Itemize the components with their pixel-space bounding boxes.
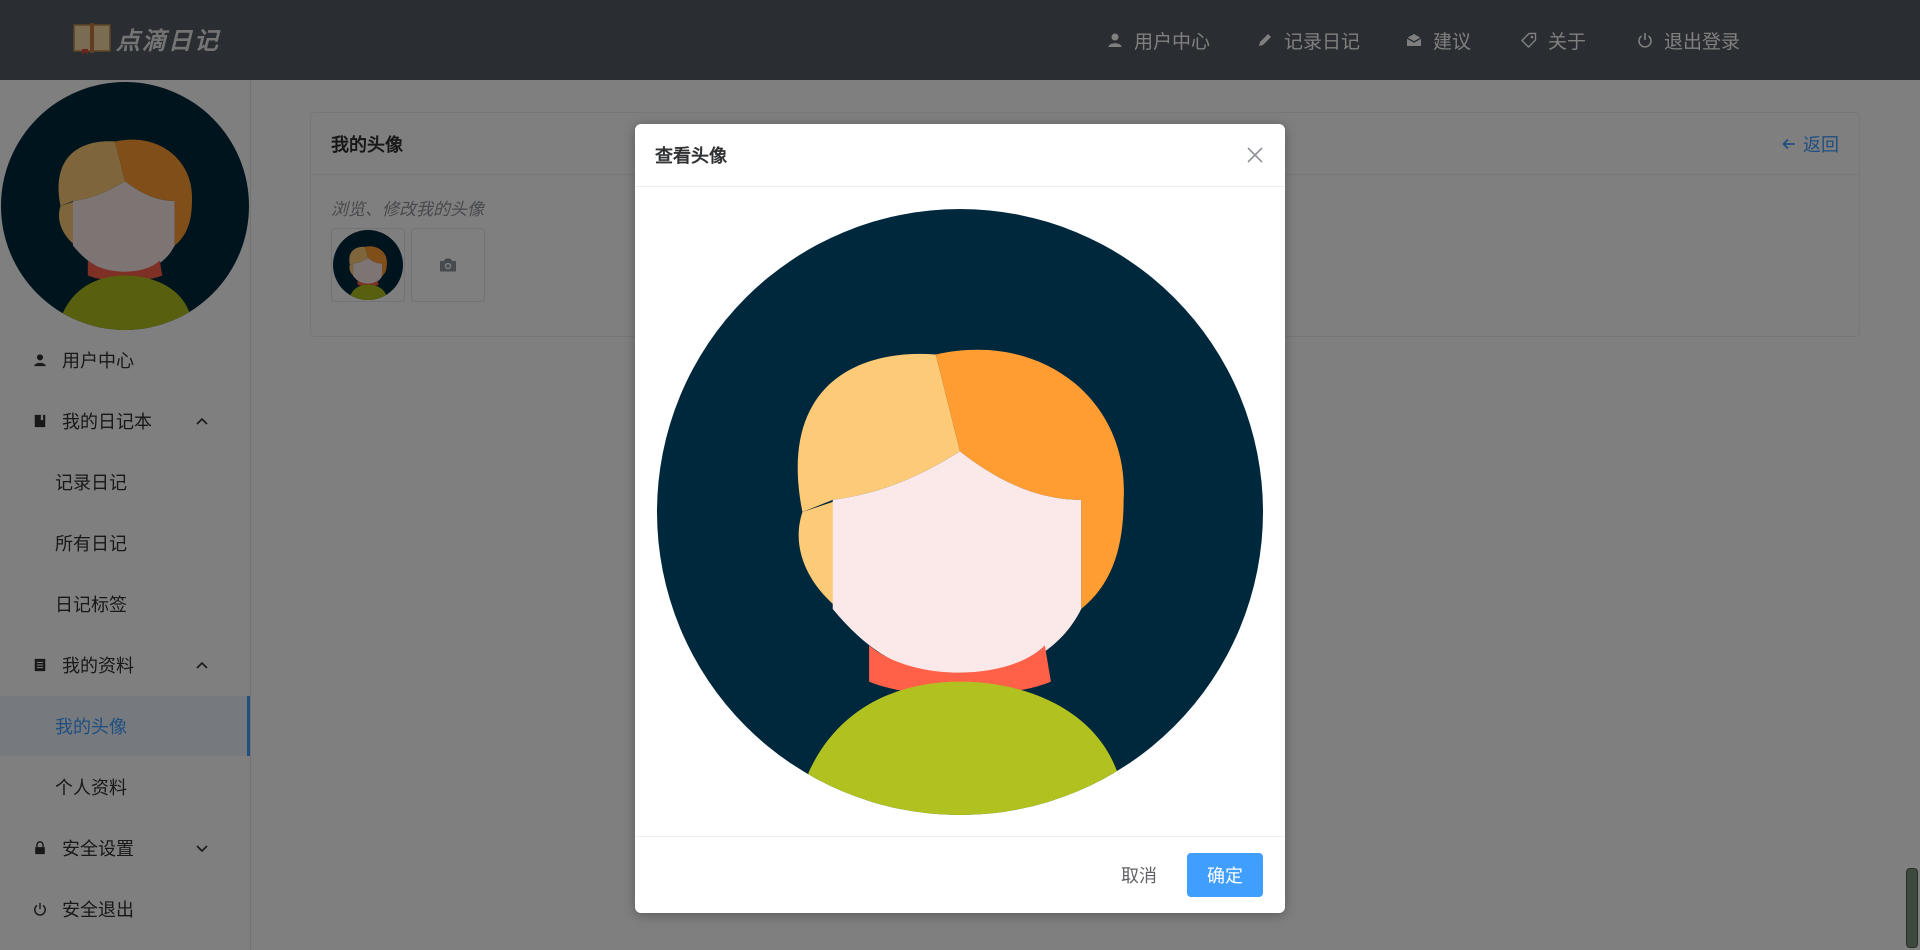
scroll-indicator xyxy=(1906,868,1918,948)
avatar-preview-image xyxy=(657,209,1263,815)
close-icon[interactable] xyxy=(1245,145,1265,165)
dialog-header: 查看头像 xyxy=(635,124,1285,187)
confirm-button[interactable]: 确定 xyxy=(1187,853,1263,897)
dialog-title: 查看头像 xyxy=(655,146,727,167)
dialog-body xyxy=(635,187,1285,837)
dialog-footer: 取消 确定 xyxy=(635,837,1285,913)
cancel-button[interactable]: 取消 xyxy=(1121,862,1157,888)
view-avatar-dialog: 查看头像 取消 确定 xyxy=(635,124,1285,913)
